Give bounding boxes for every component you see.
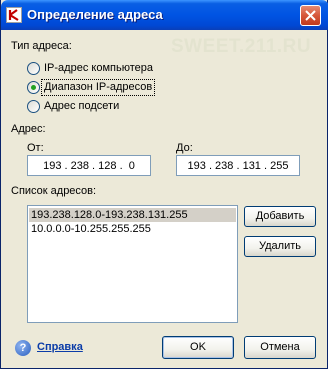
list-item[interactable]: 10.0.0.0-10.255.255.255: [29, 222, 236, 236]
kaspersky-icon: [6, 7, 22, 23]
address-list[interactable]: 193.238.128.0-193.238.131.255 10.0.0.0-1…: [27, 205, 238, 323]
radio-button[interactable]: [27, 100, 40, 113]
watermark: SWEET.211.RU: [171, 36, 312, 57]
help-icon[interactable]: ?: [15, 340, 31, 356]
radio-dot-icon: [31, 85, 36, 90]
from-label: От:: [27, 142, 44, 154]
dialog-window: Определение адреса SWEET.211.RU Тип адре…: [0, 0, 328, 369]
to-label: До:: [176, 142, 193, 154]
to-ip-value: 193 . 238 . 131 . 255: [187, 160, 289, 172]
to-ip-field[interactable]: 193 . 238 . 131 . 255: [176, 155, 300, 176]
ok-button[interactable]: OK: [162, 336, 234, 359]
close-icon: [305, 10, 316, 21]
delete-button[interactable]: Удалить: [244, 236, 316, 257]
title-bar[interactable]: Определение адреса: [1, 0, 328, 30]
list-item[interactable]: 193.238.128.0-193.238.131.255: [29, 208, 236, 222]
address-type-label: Тип адреса:: [11, 40, 72, 52]
close-button[interactable]: [300, 5, 321, 26]
radio-label[interactable]: Адрес подсети: [44, 100, 119, 112]
address-label: Адрес:: [11, 123, 46, 135]
cancel-button[interactable]: Отмена: [244, 336, 316, 359]
help-link[interactable]: Справка: [37, 341, 83, 353]
from-ip-field[interactable]: 193 . 238 . 128 . 0: [27, 155, 151, 176]
radio-button[interactable]: [27, 62, 40, 75]
window-title: Определение адреса: [27, 7, 163, 22]
add-button[interactable]: Добавить: [244, 206, 316, 227]
address-list-label: Список адресов:: [11, 185, 97, 197]
radio-label[interactable]: Диапазон IP-адресов: [44, 81, 152, 93]
radio-button-selected[interactable]: [27, 81, 40, 94]
radio-label[interactable]: IP-адрес компьютера: [44, 62, 153, 74]
from-ip-value: 193 . 238 . 128 . 0: [43, 160, 135, 172]
